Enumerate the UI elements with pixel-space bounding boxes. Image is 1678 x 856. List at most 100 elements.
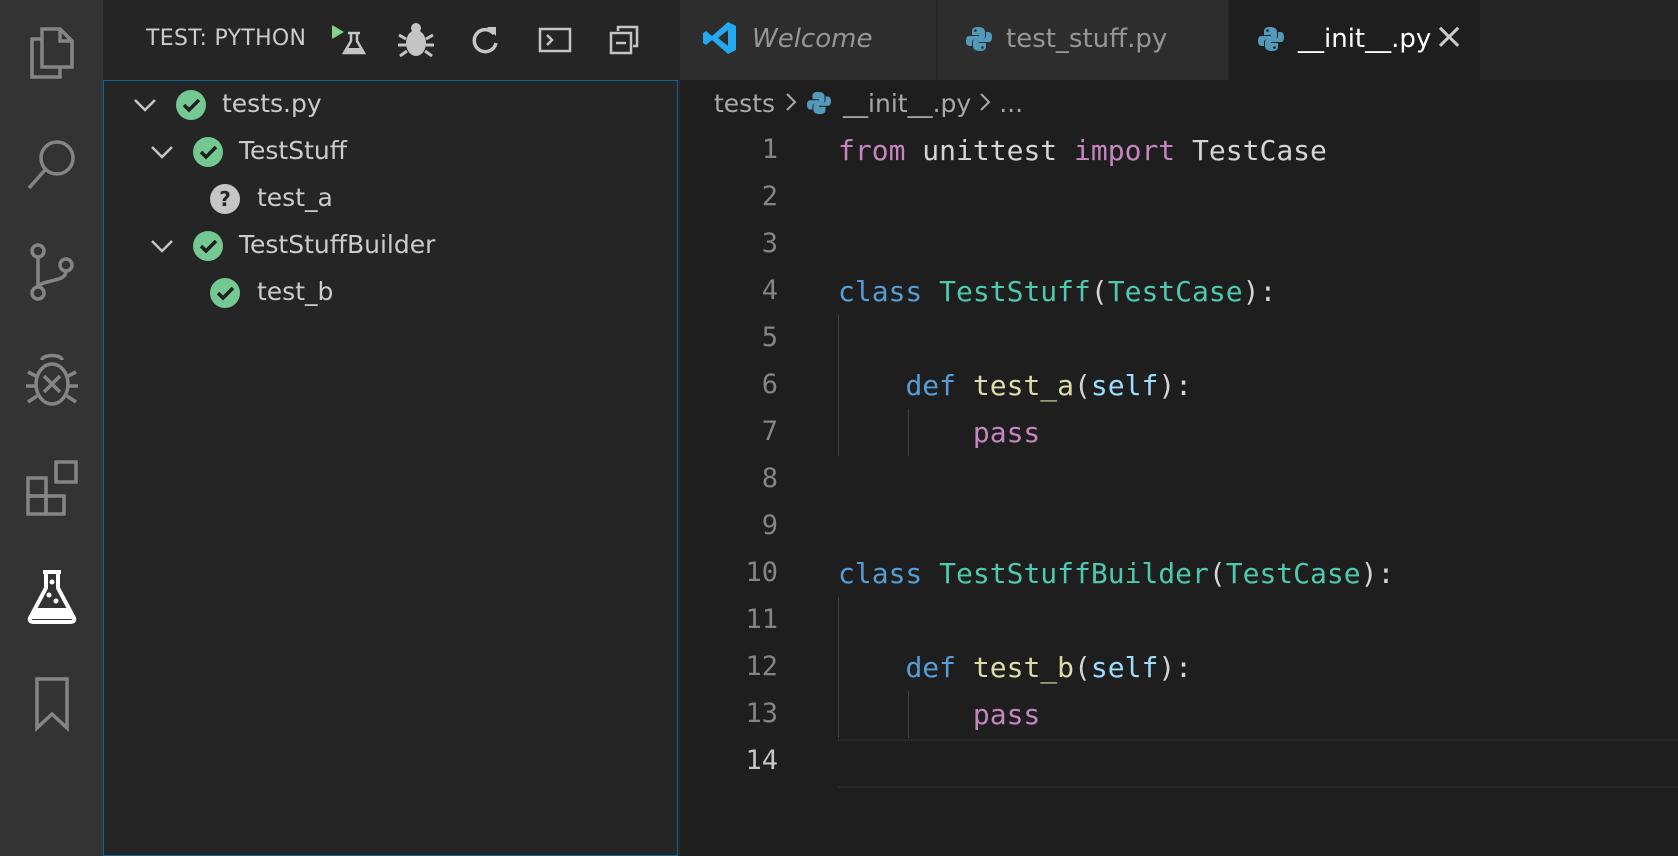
- unknown-status-icon: ?: [210, 184, 240, 214]
- activity-testing[interactable]: [0, 556, 103, 636]
- activity-debug[interactable]: [0, 340, 103, 420]
- search-icon: [27, 140, 75, 190]
- code-line: 14: [680, 738, 1678, 785]
- chevron-right-icon: [979, 89, 991, 118]
- tree-item-label: TestStuff: [239, 136, 347, 165]
- line-number: 4: [761, 275, 778, 306]
- line-number: 9: [761, 510, 778, 541]
- files-icon: [29, 27, 74, 79]
- tab-label: Welcome: [752, 24, 873, 54]
- python-icon: [1258, 27, 1284, 51]
- chevron-down-icon[interactable]: [132, 92, 158, 118]
- tab-welcome[interactable]: Welcome: [680, 0, 936, 80]
- code-line: 6 def test_a(self):: [680, 362, 1678, 409]
- tree-item-test-b[interactable]: test_b: [104, 269, 677, 316]
- collapse-all-icon: [609, 25, 639, 55]
- code-text: pass: [972, 416, 1041, 449]
- sidebar-header: TEST: PYTHON: [103, 0, 680, 80]
- code-line: 9: [680, 503, 1678, 550]
- source-control-icon: [29, 243, 74, 301]
- debug-icon: [25, 353, 78, 406]
- extensions-icon: [25, 460, 78, 516]
- output-icon: [538, 27, 572, 53]
- code-text: class TestStuff(TestCase):: [838, 275, 1277, 308]
- tab-label: test_stuff.py: [1006, 24, 1168, 54]
- python-icon: [807, 91, 832, 115]
- code-line: 10 class TestStuffBuilder(TestCase):: [680, 550, 1678, 597]
- line-number: 14: [745, 745, 778, 776]
- svg-text:?: ?: [219, 187, 231, 211]
- code-line: 8: [680, 456, 1678, 503]
- activity-bar: [0, 0, 103, 856]
- tab-label: __init__.py: [1298, 24, 1432, 54]
- refresh-tests-button[interactable]: [465, 20, 505, 60]
- tree-item-label: test_a: [257, 183, 333, 212]
- passed-icon: [176, 90, 206, 120]
- line-number: 10: [745, 557, 778, 588]
- tree-item-label: TestStuffBuilder: [239, 230, 436, 259]
- tree-item-teststuffbuilder[interactable]: TestStuffBuilder: [104, 222, 677, 269]
- run-tests-icon: [332, 25, 366, 55]
- debug-tests-icon: [398, 23, 434, 58]
- run-tests-button[interactable]: [328, 20, 368, 60]
- code-text: class TestStuffBuilder(TestCase):: [838, 557, 1395, 590]
- tree-item-test-a[interactable]: ? test_a: [104, 175, 677, 222]
- activity-bookmarks[interactable]: [0, 664, 103, 744]
- passed-icon: [210, 278, 240, 308]
- code-line: 5: [680, 315, 1678, 362]
- breadcrumb-more[interactable]: ...: [999, 89, 1023, 118]
- code-line: 11: [680, 597, 1678, 644]
- code-text: def test_a(self):: [905, 369, 1193, 402]
- line-number: 6: [761, 369, 778, 400]
- line-number: 13: [745, 698, 778, 729]
- code-text: pass: [972, 698, 1041, 731]
- refresh-icon: [472, 27, 498, 54]
- collapse-all-button[interactable]: [604, 20, 644, 60]
- code-text: def test_b(self):: [905, 651, 1193, 684]
- line-number: 5: [761, 322, 778, 353]
- code-line: 13 pass: [680, 691, 1678, 738]
- show-output-button[interactable]: [535, 20, 575, 60]
- code-line: 2: [680, 174, 1678, 221]
- tree-item-label: test_b: [257, 277, 334, 306]
- sidebar-title: TEST: PYTHON: [146, 26, 307, 51]
- tab-init-py[interactable]: __init__.py ×: [1230, 0, 1480, 80]
- breadcrumb: tests __init__.py ...: [714, 86, 1023, 120]
- test-explorer-sidebar: TEST: PYTHON tests.py TestStuff ? test_a…: [103, 0, 680, 856]
- line-number: 1: [761, 134, 778, 165]
- activity-search[interactable]: [0, 124, 103, 204]
- close-tab-icon[interactable]: ×: [1434, 16, 1464, 57]
- activity-source-control[interactable]: [0, 232, 103, 312]
- tree-item-label: tests.py: [222, 89, 322, 118]
- chevron-down-icon[interactable]: [149, 139, 175, 165]
- code-line: 12 def test_b(self):: [680, 644, 1678, 691]
- line-number: 3: [761, 228, 778, 259]
- vscode-icon: [703, 22, 736, 54]
- passed-icon: [193, 231, 223, 261]
- code-line: 3: [680, 221, 1678, 268]
- line-number: 12: [745, 651, 778, 682]
- code-line: 7 pass: [680, 409, 1678, 456]
- python-icon: [966, 27, 992, 51]
- tree-item-teststuff[interactable]: TestStuff: [104, 128, 677, 175]
- tree-item-tests-py[interactable]: tests.py: [104, 81, 677, 128]
- editor-area: Welcome test_stuff.py __init__.py × test…: [680, 0, 1678, 856]
- breadcrumb-folder[interactable]: tests: [714, 89, 775, 118]
- code-line: 1 from unittest import TestCase: [680, 127, 1678, 174]
- testing-flask-icon: [27, 570, 76, 624]
- activity-explorer[interactable]: [0, 13, 103, 93]
- activity-extensions[interactable]: [0, 448, 103, 528]
- chevron-right-icon: [785, 89, 797, 118]
- test-tree: tests.py TestStuff ? test_a TestStuffBui…: [103, 80, 678, 856]
- chevron-down-icon[interactable]: [149, 233, 175, 259]
- line-number: 7: [761, 416, 778, 447]
- debug-tests-button[interactable]: [396, 20, 436, 60]
- editor-tabs: Welcome test_stuff.py __init__.py ×: [680, 0, 1678, 80]
- breadcrumb-file[interactable]: __init__.py: [843, 89, 971, 118]
- line-number: 8: [761, 463, 778, 494]
- code-text: from unittest import TestCase: [838, 134, 1327, 167]
- line-number: 2: [761, 181, 778, 212]
- passed-icon: [193, 137, 223, 167]
- bookmark-icon: [34, 677, 69, 732]
- tab-test-stuff-py[interactable]: test_stuff.py: [938, 0, 1228, 80]
